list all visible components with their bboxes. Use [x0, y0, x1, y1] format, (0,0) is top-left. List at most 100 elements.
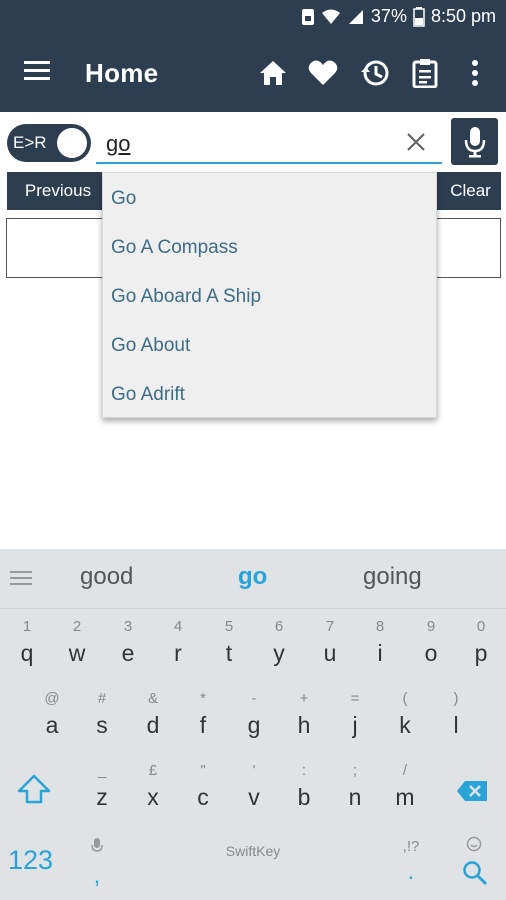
key-hint: 9: [426, 618, 436, 635]
suggestion-item[interactable]: Go About: [111, 321, 431, 370]
key-hint: /: [402, 762, 408, 779]
search-field[interactable]: [96, 124, 442, 164]
suggestion-item[interactable]: Go Aboard A Ship: [111, 272, 431, 321]
key-label: p: [474, 640, 488, 666]
search-icon: [463, 861, 488, 886]
key-d[interactable]: & d: [128, 684, 178, 754]
emoji-icon: [466, 836, 482, 852]
period-label: .: [407, 858, 415, 884]
key-hint: (: [402, 690, 408, 707]
key-label: e: [121, 640, 135, 666]
key-label: w: [68, 640, 86, 666]
key-r[interactable]: 4r: [153, 612, 203, 682]
key-w[interactable]: 2w: [52, 612, 102, 682]
key-hint: 6: [274, 618, 284, 635]
key-i[interactable]: 8i: [355, 612, 405, 682]
key-hint: _: [97, 762, 107, 779]
key-hint: #: [97, 690, 107, 707]
key-label: r: [174, 640, 182, 666]
period-key[interactable]: ,!? .: [386, 828, 436, 898]
key-label: m: [395, 784, 415, 810]
key-g[interactable]: -g: [229, 684, 279, 754]
mic-small-icon: [91, 838, 103, 852]
key-t[interactable]: 5t: [204, 612, 254, 682]
page-title: Home: [85, 58, 159, 88]
key-u[interactable]: 7u: [305, 612, 355, 682]
key-j[interactable]: = j: [330, 684, 380, 754]
key-o[interactable]: 9o: [406, 612, 456, 682]
numbers-key[interactable]: 123: [8, 845, 53, 876]
key-hint: 0: [476, 618, 486, 635]
key-hint: +: [299, 690, 309, 707]
key-k[interactable]: (k: [380, 684, 430, 754]
previous-button[interactable]: Previous: [7, 172, 109, 210]
key-hint: :: [301, 762, 307, 779]
clipboard-icon[interactable]: [408, 56, 442, 90]
key-label: z: [96, 784, 108, 810]
key-label: i: [377, 640, 383, 666]
key-f[interactable]: * f: [178, 684, 228, 754]
key-p[interactable]: 0p: [456, 612, 506, 682]
key-hint: 4: [173, 618, 183, 635]
status-bar: 37% 8:50 pm: [0, 0, 506, 36]
key-y[interactable]: 6y: [254, 612, 304, 682]
prediction-center[interactable]: go: [238, 563, 267, 591]
history-icon[interactable]: [358, 56, 392, 90]
signal-icon: [348, 9, 363, 24]
key-label: g: [247, 712, 261, 738]
key-hint: =: [350, 690, 360, 707]
key-q[interactable]: 1q: [2, 612, 52, 682]
key-label: j: [352, 712, 358, 738]
key-label: q: [20, 640, 34, 666]
key-hint: 3: [123, 618, 133, 635]
key-label: o: [424, 640, 438, 666]
backspace-key[interactable]: [446, 756, 496, 826]
key-e[interactable]: 3e: [103, 612, 153, 682]
key-m[interactable]: / m: [380, 756, 430, 826]
toggle-knob: [57, 128, 87, 158]
prediction-left[interactable]: good: [80, 563, 133, 591]
space-bar[interactable]: SwiftKey: [128, 806, 378, 896]
clock: 8:50 pm: [430, 6, 496, 26]
close-icon[interactable]: [402, 128, 430, 156]
key-hint: 1: [22, 618, 32, 635]
shift-icon: [17, 774, 51, 804]
shift-key[interactable]: [8, 756, 58, 826]
status-icons: 37% 8:50 pm: [301, 6, 496, 27]
period-hint: ,!?: [402, 838, 420, 855]
heart-icon[interactable]: [306, 56, 340, 90]
suggestion-item[interactable]: Go Adrift: [111, 370, 431, 419]
battery-icon: [413, 6, 425, 27]
key-z[interactable]: _ z: [77, 756, 127, 826]
key-label: f: [199, 712, 207, 738]
wifi-icon: [321, 9, 340, 24]
more-vert-icon[interactable]: [458, 56, 492, 90]
comma-key[interactable]: ,: [72, 828, 122, 898]
key-l[interactable]: ) l: [431, 684, 481, 754]
clear-button[interactable]: Clear: [440, 172, 501, 210]
key-hint: @: [44, 690, 60, 707]
key-hint: *: [200, 690, 206, 707]
comma-label: ,: [93, 862, 101, 888]
search-input[interactable]: [106, 128, 396, 160]
key-hint: 2: [72, 618, 82, 635]
key-a[interactable]: @ a: [27, 684, 77, 754]
mic-icon: [464, 126, 485, 157]
key-label: y: [273, 640, 285, 666]
menu-icon[interactable]: [22, 58, 56, 90]
key-s[interactable]: # s: [77, 684, 127, 754]
keyboard-menu-icon[interactable]: [10, 569, 34, 589]
key-label: s: [96, 712, 108, 738]
language-toggle[interactable]: E>R: [7, 124, 91, 162]
mic-button[interactable]: [451, 118, 498, 165]
home-icon[interactable]: [256, 56, 290, 90]
suggestion-item[interactable]: Go A Compass: [111, 223, 431, 272]
key-label: t: [225, 640, 233, 666]
prediction-right[interactable]: going: [363, 563, 422, 591]
key-h[interactable]: + h: [279, 684, 329, 754]
search-key[interactable]: [449, 828, 499, 898]
key-label: h: [297, 712, 311, 738]
app-bar: Home: [0, 36, 506, 112]
suggestion-dropdown: Go Go A Compass Go Aboard A Ship Go Abou…: [102, 172, 437, 418]
suggestion-item[interactable]: Go: [111, 174, 431, 223]
